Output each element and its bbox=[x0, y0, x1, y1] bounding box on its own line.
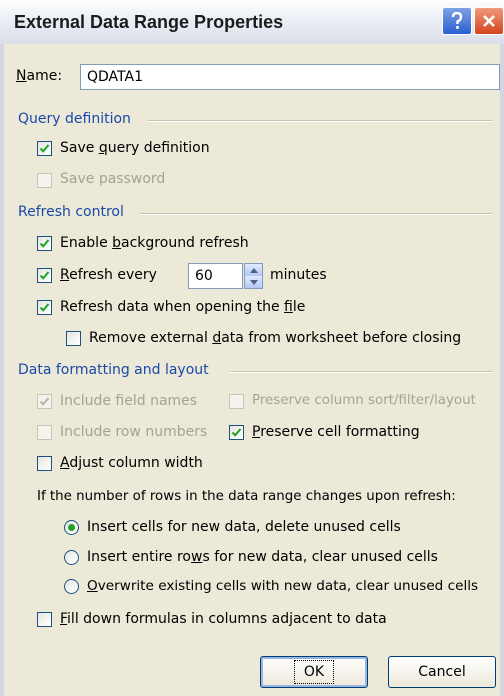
save-query-checkbox[interactable] bbox=[37, 141, 52, 156]
preserve-cell-formatting-label: Preserve cell formatting bbox=[252, 424, 420, 440]
save-password-checkbox bbox=[37, 173, 52, 188]
fill-down-checkbox[interactable] bbox=[37, 612, 52, 627]
preserve-cell-formatting-checkbox[interactable] bbox=[229, 425, 244, 440]
refresh-on-open-checkbox[interactable] bbox=[37, 300, 52, 315]
ok-button-label: OK bbox=[293, 660, 335, 684]
include-row-numbers-checkbox bbox=[37, 425, 52, 440]
enable-background-refresh-checkbox[interactable] bbox=[37, 236, 52, 251]
fill-down-label: Fill down formulas in columns adjacent t… bbox=[60, 611, 387, 627]
section-data-formatting: Data formatting and layout bbox=[18, 362, 209, 378]
include-field-names-checkbox bbox=[37, 394, 52, 409]
remove-external-data-checkbox[interactable] bbox=[66, 331, 81, 346]
section-query-definition: Query definition bbox=[18, 111, 131, 127]
insert-cells-label: Insert cells for new data, delete unused… bbox=[87, 519, 401, 535]
divider bbox=[140, 213, 492, 215]
refresh-every-checkbox[interactable] bbox=[37, 268, 52, 283]
enable-background-refresh-label: Enable background refresh bbox=[60, 235, 249, 251]
overwrite-cells-radio[interactable] bbox=[64, 579, 79, 594]
dialog-window: External Data Range Properties Name: Que… bbox=[0, 0, 504, 696]
rows-change-prompt: If the number of rows in the data range … bbox=[37, 489, 456, 504]
refresh-minutes-spinner[interactable] bbox=[244, 263, 263, 289]
close-icon[interactable] bbox=[474, 7, 504, 35]
save-query-label: Save query definition bbox=[60, 140, 210, 156]
include-row-numbers-label: Include row numbers bbox=[60, 424, 208, 440]
adjust-column-width-checkbox[interactable] bbox=[37, 456, 52, 471]
divider bbox=[230, 371, 492, 373]
preserve-sort-label: Preserve column sort/filter/layout bbox=[252, 393, 476, 408]
dialog-body: Name: Query definition Save query defini… bbox=[0, 44, 504, 696]
overwrite-cells-label: Overwrite existing cells with new data, … bbox=[87, 578, 479, 594]
remove-external-data-label: Remove external data from worksheet befo… bbox=[89, 330, 462, 346]
include-field-names-label: Include field names bbox=[60, 393, 198, 409]
refresh-every-label: Refresh every bbox=[60, 267, 157, 283]
name-input[interactable] bbox=[80, 64, 500, 90]
title-bar[interactable]: External Data Range Properties bbox=[0, 0, 504, 45]
name-label: Name: bbox=[16, 68, 63, 84]
insert-rows-label: Insert entire rows for new data, clear u… bbox=[87, 549, 438, 565]
ok-button[interactable]: OK bbox=[260, 656, 368, 688]
section-refresh-control: Refresh control bbox=[18, 204, 124, 220]
dialog-title: External Data Range Properties bbox=[14, 12, 284, 32]
preserve-sort-checkbox bbox=[229, 394, 244, 409]
refresh-minutes-input[interactable] bbox=[188, 263, 243, 289]
spin-down-icon[interactable] bbox=[245, 276, 262, 288]
divider bbox=[148, 120, 492, 122]
refresh-on-open-label: Refresh data when opening the file bbox=[60, 299, 306, 315]
insert-rows-radio[interactable] bbox=[64, 550, 79, 565]
save-password-label: Save password bbox=[60, 171, 166, 187]
cancel-button-label: Cancel bbox=[418, 664, 466, 680]
help-icon[interactable] bbox=[442, 7, 472, 35]
cancel-button[interactable]: Cancel bbox=[388, 656, 496, 688]
adjust-column-width-label: Adjust column width bbox=[60, 455, 203, 471]
minutes-label: minutes bbox=[270, 267, 327, 283]
insert-cells-radio[interactable] bbox=[64, 520, 79, 535]
spin-up-icon[interactable] bbox=[245, 264, 262, 276]
